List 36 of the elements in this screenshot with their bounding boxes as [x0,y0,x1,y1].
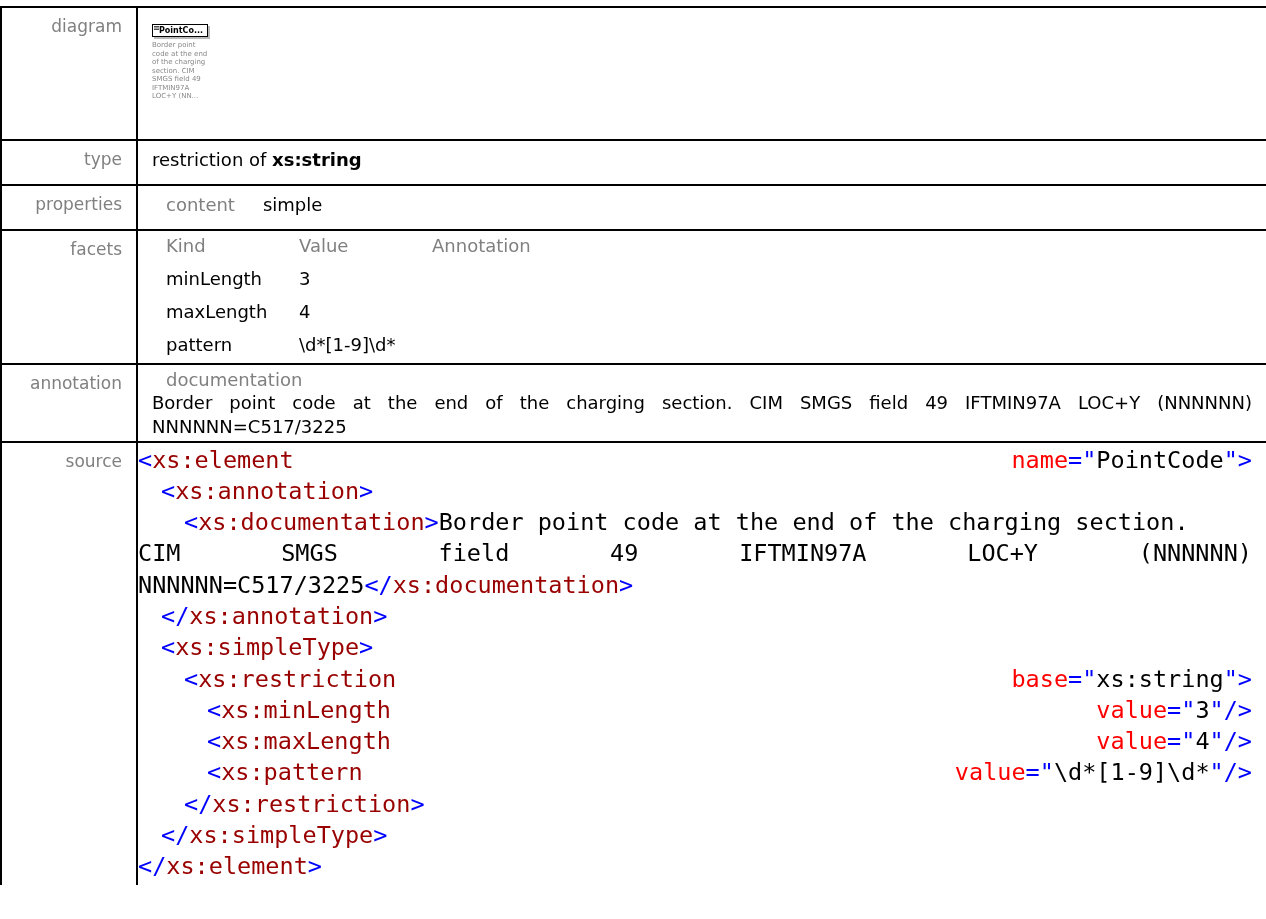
code-line: <xs:element name="PointCode"> [138,444,1252,476]
code-line: </xs:simpleType> [160,820,389,852]
code-line: </xs:restriction> [183,788,426,820]
lines-icon [154,26,159,30]
row-label: type [2,140,138,186]
code-line: </xs:annotation> [160,601,389,632]
facet-value: 3 [299,267,312,289]
facet-kind: maxLength [166,300,269,322]
property-key: content [166,193,235,215]
code-line: <xs:restriction base="xs:string"> [183,663,1252,695]
code-line: </xs:element> [138,851,323,883]
code-line: <xs:pattern value="\d*[1-9]\d*"/> [206,757,1252,789]
code-line: <xs:minLength value="3"/> [206,694,1252,726]
row-label: annotation [2,364,138,443]
property-value: simple [262,193,323,215]
code-line: CIM SMGS field 49 IFTMIN97A LOC+Y (NNNNNN) [138,538,1252,570]
type-value: restriction of xs:string [152,148,362,170]
facet-value: 4 [299,300,312,322]
documentation-text: Border point code at the end of the charging section. CIM SMGS field 49 IFTMIN97A LOC+Y (NNNNNN) NNNNNN=C517/3225 [152,390,1252,439]
code-line: <xs:documentation>Border point code at the end of the charging section. [183,507,1190,539]
facet-kind: minLength [166,267,264,289]
row-label: properties [2,185,138,231]
row-label: facets [2,230,138,365]
row-label: source [2,442,138,885]
code-line: <xs:simpleType> [160,632,375,664]
code-line: NNNNNN=C517/3225</xs:documentation> [138,569,635,601]
code-line: <xs:annotation> [160,475,375,507]
column-header: Value [299,234,350,256]
facet-value: \d*[1-9]\d* [299,333,397,355]
row-label: diagram [2,8,138,141]
column-header: Annotation [432,234,532,256]
element-node[interactable]: PointCo... [152,24,209,37]
facet-kind: pattern [166,333,234,355]
documentation-heading: documentation [165,368,304,391]
code-line: <xs:maxLength value="4"/> [206,726,1252,758]
column-header: Kind [166,234,207,256]
